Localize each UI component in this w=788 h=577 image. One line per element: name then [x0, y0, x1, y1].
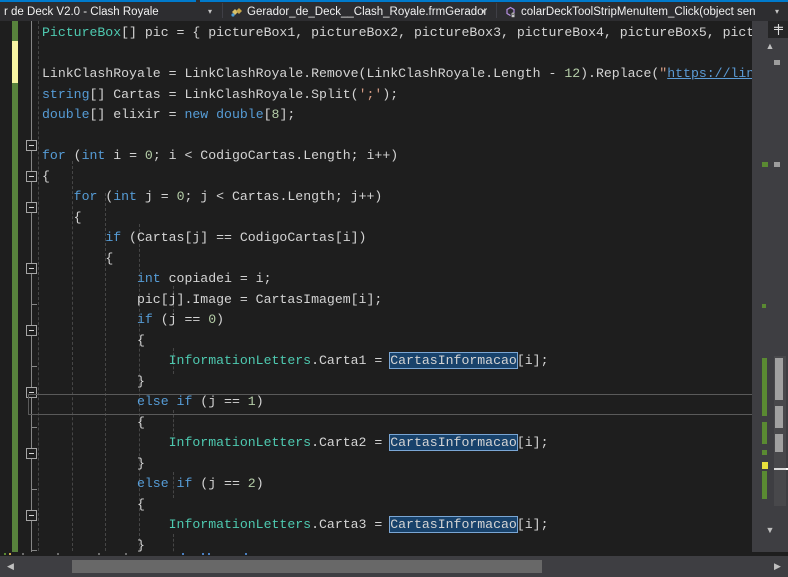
- change-indicator-bar: [12, 21, 18, 556]
- vertical-scroll-track[interactable]: ▲ ▼: [752, 38, 788, 556]
- symbol-reference-highlight-active: CartasInformacao: [389, 516, 518, 533]
- scroll-change-bar: [762, 450, 767, 455]
- scroll-up-arrow-icon[interactable]: ▲: [760, 38, 780, 54]
- scroll-left-arrow-icon[interactable]: ◀: [2, 556, 19, 577]
- fold-end-tick: [31, 489, 37, 490]
- code-line: double[] elixir = new double[8];: [42, 107, 296, 122]
- fold-toggle-icon[interactable]: [26, 202, 37, 213]
- annotation-dot: [22, 553, 24, 555]
- code-line: InformationLetters.Carta3 = CartasInform…: [168, 516, 549, 533]
- document-tab-chevron-down-icon[interactable]: ▾: [203, 2, 217, 21]
- fold-toggle-icon[interactable]: [26, 325, 37, 336]
- scroll-annotation-mark: [762, 162, 768, 167]
- class-selector[interactable]: Gerador_de_Deck__Clash_Royale.frmGerador: [226, 2, 490, 21]
- fold-end-tick: [31, 304, 37, 305]
- annotation-dot: [202, 553, 204, 555]
- code-line: {: [73, 210, 82, 225]
- method-private-icon: [502, 5, 518, 19]
- code-line: }: [136, 456, 145, 471]
- class-selector-label: Gerador_de_Deck__Clash_Royale.frmGerador: [247, 5, 488, 18]
- annotation-dot: [57, 553, 59, 555]
- scroll-change-bar: [762, 471, 767, 499]
- code-line: else if (j == 2): [136, 476, 264, 491]
- code-line: pic[j].Image = CartasImagem[i];: [136, 292, 383, 307]
- fold-end-tick: [31, 366, 37, 367]
- code-line: int copiadei = i;: [136, 271, 272, 286]
- scroll-change-bar: [762, 358, 767, 416]
- vertical-scrollbar[interactable]: ▲ ▼: [752, 21, 788, 556]
- code-line: string[] Cartas = LinkClashRoyale.Split(…: [42, 87, 399, 102]
- vertical-scroll-thumb[interactable]: [774, 356, 786, 506]
- class-selector-chevron-down-icon[interactable]: ▾: [477, 2, 491, 21]
- code-line: {: [42, 169, 50, 184]
- horizontal-scroll-thumb[interactable]: [72, 560, 542, 573]
- code-text[interactable]: PictureBox[] pic = { pictureBox1, pictur…: [42, 21, 788, 556]
- change-marker-unsaved: [12, 41, 18, 83]
- code-line: }: [136, 374, 145, 389]
- code-folding-margin[interactable]: [22, 21, 42, 556]
- code-line: PictureBox[] pic = { pictureBox1, pictur…: [42, 25, 788, 40]
- code-line: InformationLetters.Carta1 = CartasInform…: [168, 352, 549, 369]
- navigation-bar: r de Deck V2.0 - Clash Royale ▾ Gerador_…: [0, 0, 788, 21]
- fold-connector: [31, 21, 32, 556]
- member-selector-label: colarDeckToolStripMenuItem_Click(object …: [521, 5, 756, 18]
- fold-toggle-icon[interactable]: [26, 448, 37, 459]
- tab-divider-2: [496, 3, 497, 18]
- member-selector-chevron-down-icon[interactable]: ▾: [770, 2, 784, 21]
- scroll-annotation-mark: [762, 304, 766, 308]
- horizontal-scrollbar[interactable]: ◀ ▶: [0, 556, 788, 577]
- fold-toggle-icon[interactable]: [26, 171, 37, 182]
- annotation-dot: [98, 553, 100, 555]
- annotation-dot: [4, 553, 6, 555]
- class-icon: [228, 5, 244, 19]
- code-line: {: [105, 251, 114, 266]
- change-marker-saved: [12, 21, 18, 41]
- scroll-unsaved-mark: [762, 462, 768, 469]
- symbol-reference-highlight: CartasInformacao: [389, 352, 518, 369]
- annotation-dot: [208, 553, 210, 555]
- annotation-dot: [125, 553, 127, 555]
- fold-toggle-icon[interactable]: [26, 140, 37, 151]
- code-line: for (int i = 0; i < CodigoCartas.Length;…: [42, 148, 399, 163]
- code-line: {: [136, 497, 145, 512]
- indent-guide: [38, 21, 39, 556]
- code-line: LinkClashRoyale = LinkClashRoyale.Remove…: [42, 66, 788, 81]
- scroll-annotation-mark: [774, 60, 780, 65]
- visual-studio-code-editor-window: r de Deck V2.0 - Clash Royale ▾ Gerador_…: [0, 0, 788, 577]
- change-marker-saved: [12, 83, 18, 556]
- code-line: {: [136, 333, 145, 348]
- fold-end-tick: [31, 550, 37, 551]
- code-line: if (j == 0): [136, 312, 225, 327]
- scroll-right-arrow-icon[interactable]: ▶: [769, 556, 786, 577]
- annotation-dot: [182, 553, 184, 555]
- code-line: else if (j == 1): [136, 394, 264, 409]
- split-view-button[interactable]: [768, 21, 788, 38]
- code-line: {: [136, 415, 145, 430]
- document-tab-label: r de Deck V2.0 - Clash Royale: [4, 5, 159, 18]
- code-editor-surface[interactable]: PictureBox[] pic = { pictureBox1, pictur…: [0, 21, 788, 556]
- tab-divider-1: [222, 3, 223, 18]
- code-line: InformationLetters.Carta2 = CartasInform…: [168, 434, 549, 451]
- fold-toggle-icon[interactable]: [26, 510, 37, 521]
- scroll-annotation-mark: [774, 162, 780, 167]
- split-view-icon: [773, 24, 783, 35]
- code-line: if (Cartas[j] == CodigoCartas[i]): [105, 230, 367, 245]
- scroll-change-bar: [762, 422, 767, 444]
- document-tab[interactable]: r de Deck V2.0 - Clash Royale: [0, 2, 216, 21]
- fold-end-tick: [31, 427, 37, 428]
- scroll-down-arrow-icon[interactable]: ▼: [760, 522, 780, 538]
- symbol-reference-highlight: CartasInformacao: [389, 434, 518, 451]
- member-selector[interactable]: colarDeckToolStripMenuItem_Click(object …: [500, 2, 770, 21]
- annotation-dot: [9, 553, 11, 555]
- annotation-dot: [245, 553, 247, 555]
- fold-toggle-icon[interactable]: [26, 263, 37, 274]
- code-line: for (int j = 0; j < Cartas.Length; j++): [73, 189, 383, 204]
